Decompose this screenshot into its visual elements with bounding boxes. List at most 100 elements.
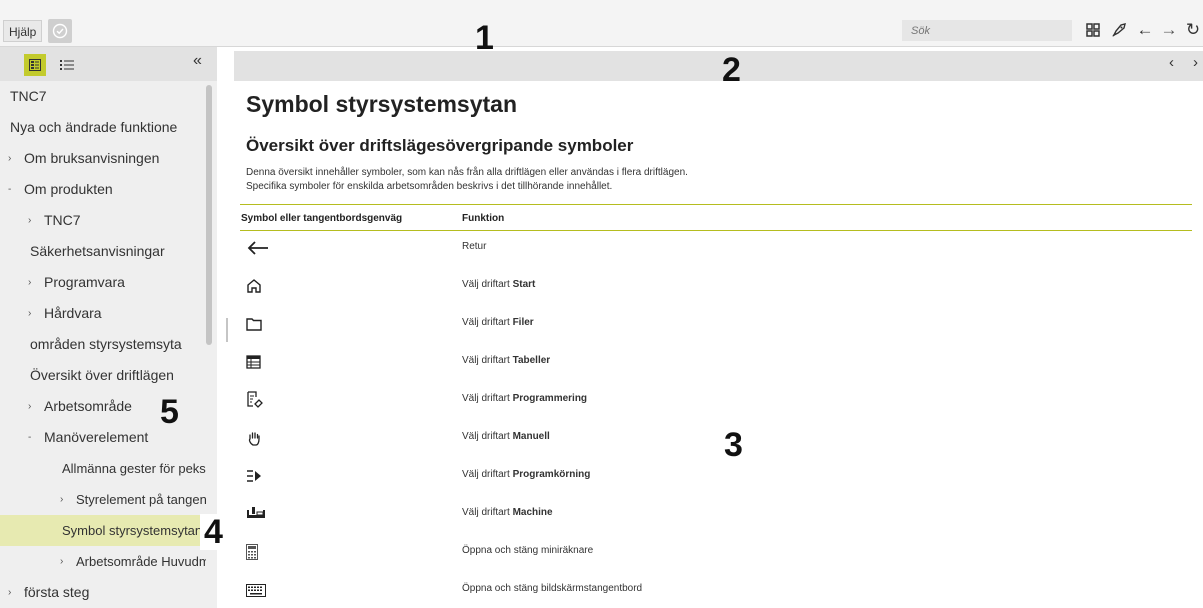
back-button[interactable]: ← [1134, 19, 1156, 41]
function-text: Öppna och stäng bildskärmstangentbord [462, 583, 643, 594]
callout-5: 5 [160, 393, 179, 431]
previous-page-button[interactable]: ‹ [1169, 54, 1174, 71]
back-arrow-icon [246, 238, 270, 258]
sidebar-item[interactable]: › Hårdvara [0, 298, 206, 329]
table-row: Öppna och stäng bildskärmstangentbord [240, 573, 1192, 608]
reload-button[interactable]: ↻ [1182, 19, 1203, 41]
sidebar-item[interactable]: › Arbetsområde Huvudmen [0, 546, 206, 577]
function-cell: Välj driftart Programmering [462, 393, 587, 404]
mode-name: Programkörning [512, 469, 591, 480]
mode-name: Machine [512, 507, 553, 518]
function-cell: Välj driftart Machine [462, 507, 553, 518]
function-text: Välj driftart [462, 317, 513, 328]
table-row: Välj driftart Filer [240, 307, 1192, 345]
table-row: Välj driftart Start [240, 269, 1192, 307]
search-input[interactable] [902, 20, 1072, 41]
forward-button[interactable]: → [1158, 19, 1180, 41]
table-body: Retur Välj driftart Start Välj driftart Fi… [240, 231, 1192, 608]
callout-4: 4 [200, 514, 227, 550]
expand-chevron-icon[interactable]: › [28, 205, 31, 236]
program-edit-icon [246, 390, 270, 410]
expand-chevron-icon[interactable]: › [60, 546, 63, 577]
sidebar-item[interactable]: områden styrsystemsyta [0, 329, 206, 360]
grid-view-button[interactable] [1082, 19, 1104, 41]
sidebar-item[interactable]: › Styrelement på tangentbo [0, 484, 206, 515]
function-text: Välj driftart [462, 431, 513, 442]
mode-name: Manuell [512, 431, 550, 442]
sidebar-item-label: Översikt över driftlägen [30, 367, 174, 383]
sidebar-item-label: områden styrsystemsyta [30, 336, 182, 352]
column-header-symbol: Symbol eller tangentbordsgenväg [241, 213, 403, 224]
collapse-sidebar-button[interactable]: « [193, 52, 202, 70]
expand-chevron-icon[interactable]: › [60, 484, 63, 515]
toc-icon [29, 59, 41, 71]
symbol-table: Symbol eller tangentbordsgenväg Funktion… [240, 204, 1192, 608]
expand-chevron-icon[interactable]: › [28, 267, 31, 298]
sidebar-item-label: Allmänna gester för peksk [62, 461, 206, 476]
sidebar-item-label: Arbetsområde [44, 398, 132, 414]
sidebar-tree: TNC7 Nya och ändrade funktione › Om bruksan… [0, 81, 206, 608]
sidebar: « TNC7 Nya och ändrade funktione › Om bruks… [0, 47, 217, 608]
sidebar-resize-handle[interactable] [226, 318, 228, 342]
callout-2: 2 [722, 51, 741, 89]
expand-chevron-icon[interactable]: › [8, 143, 11, 174]
expand-chevron-icon[interactable]: › [28, 298, 31, 329]
function-cell: Öppna och stäng bildskärmstangentbord [462, 583, 642, 594]
sidebar-item[interactable]: TNC7 [0, 81, 206, 112]
function-text: Öppna och stäng miniräknare [462, 545, 594, 556]
list-view-button[interactable] [56, 54, 78, 76]
check-circle-button[interactable] [48, 19, 72, 43]
rocket-button[interactable] [1108, 19, 1130, 41]
table-row: Välj driftart Manuell [240, 421, 1192, 459]
table-row: Öppna och stäng miniräknare [240, 535, 1192, 573]
table-row: Retur [240, 231, 1192, 269]
function-cell: Öppna och stäng miniräknare [462, 545, 593, 556]
table-row: Välj driftart Tabeller [240, 345, 1192, 383]
next-page-button[interactable]: › [1193, 54, 1198, 71]
sidebar-scrollbar[interactable] [206, 85, 212, 345]
function-text: Välj driftart [462, 393, 513, 404]
mode-name: Programmering [512, 393, 588, 404]
calculator-icon [246, 542, 270, 562]
table-icon [246, 352, 270, 372]
sidebar-item-label: Säkerhetsanvisningar [30, 243, 165, 259]
rocket-icon [1112, 23, 1126, 37]
help-button[interactable]: Hjälp [3, 20, 43, 42]
toc-view-button[interactable] [24, 54, 46, 76]
sidebar-item-label: TNC7 [10, 88, 47, 104]
collapse-toggle-icon[interactable]: - [8, 174, 11, 205]
check-circle-icon [52, 23, 68, 39]
sidebar-item-label: Programvara [44, 274, 125, 290]
collapse-toggle-icon[interactable]: - [28, 422, 31, 453]
table-row: Välj driftart Programmering [240, 383, 1192, 421]
sidebar-item[interactable]: › Om bruksanvisningen [0, 143, 206, 174]
function-text: Välj driftart [462, 279, 513, 290]
sidebar-item[interactable]: Översikt över driftlägen [0, 360, 206, 391]
sidebar-item[interactable]: › första steg [0, 577, 206, 608]
sidebar-item[interactable]: › TNC7 [0, 205, 206, 236]
page-title: Symbol styrsystemsytan [246, 91, 518, 117]
sidebar-item[interactable]: Säkerhetsanvisningar [0, 236, 206, 267]
sidebar-item-label: Hårdvara [44, 305, 102, 321]
sidebar-item[interactable]: › Programvara [0, 267, 206, 298]
sidebar-item[interactable]: Nya och ändrade funktione [0, 112, 206, 143]
section-title: Översikt över driftslägesövergripande sy… [246, 136, 634, 155]
hand-icon [246, 428, 270, 448]
sidebar-item[interactable]: - Om produkten [0, 174, 206, 205]
sidebar-item[interactable]: Allmänna gester för peksk [0, 453, 206, 484]
sidebar-item-label: Arbetsområde Huvudmen [76, 554, 206, 569]
function-text: Välj driftart [462, 355, 513, 366]
sidebar-item[interactable]: Symbol styrsystemsytan [0, 515, 206, 546]
intro-text: Denna översikt innehåller symboler, som … [246, 166, 688, 194]
home-icon [246, 276, 270, 296]
function-cell: Retur [462, 241, 486, 252]
expand-chevron-icon[interactable]: › [8, 577, 11, 608]
callout-1: 1 [475, 19, 494, 57]
function-cell: Välj driftart Programkörning [462, 469, 590, 480]
mode-name: Start [512, 279, 536, 290]
sidebar-item-label: Om bruksanvisningen [24, 150, 160, 166]
list-icon [60, 60, 74, 70]
expand-chevron-icon[interactable]: › [28, 391, 31, 422]
mode-name: Tabeller [512, 355, 551, 366]
machine-icon [246, 504, 270, 524]
